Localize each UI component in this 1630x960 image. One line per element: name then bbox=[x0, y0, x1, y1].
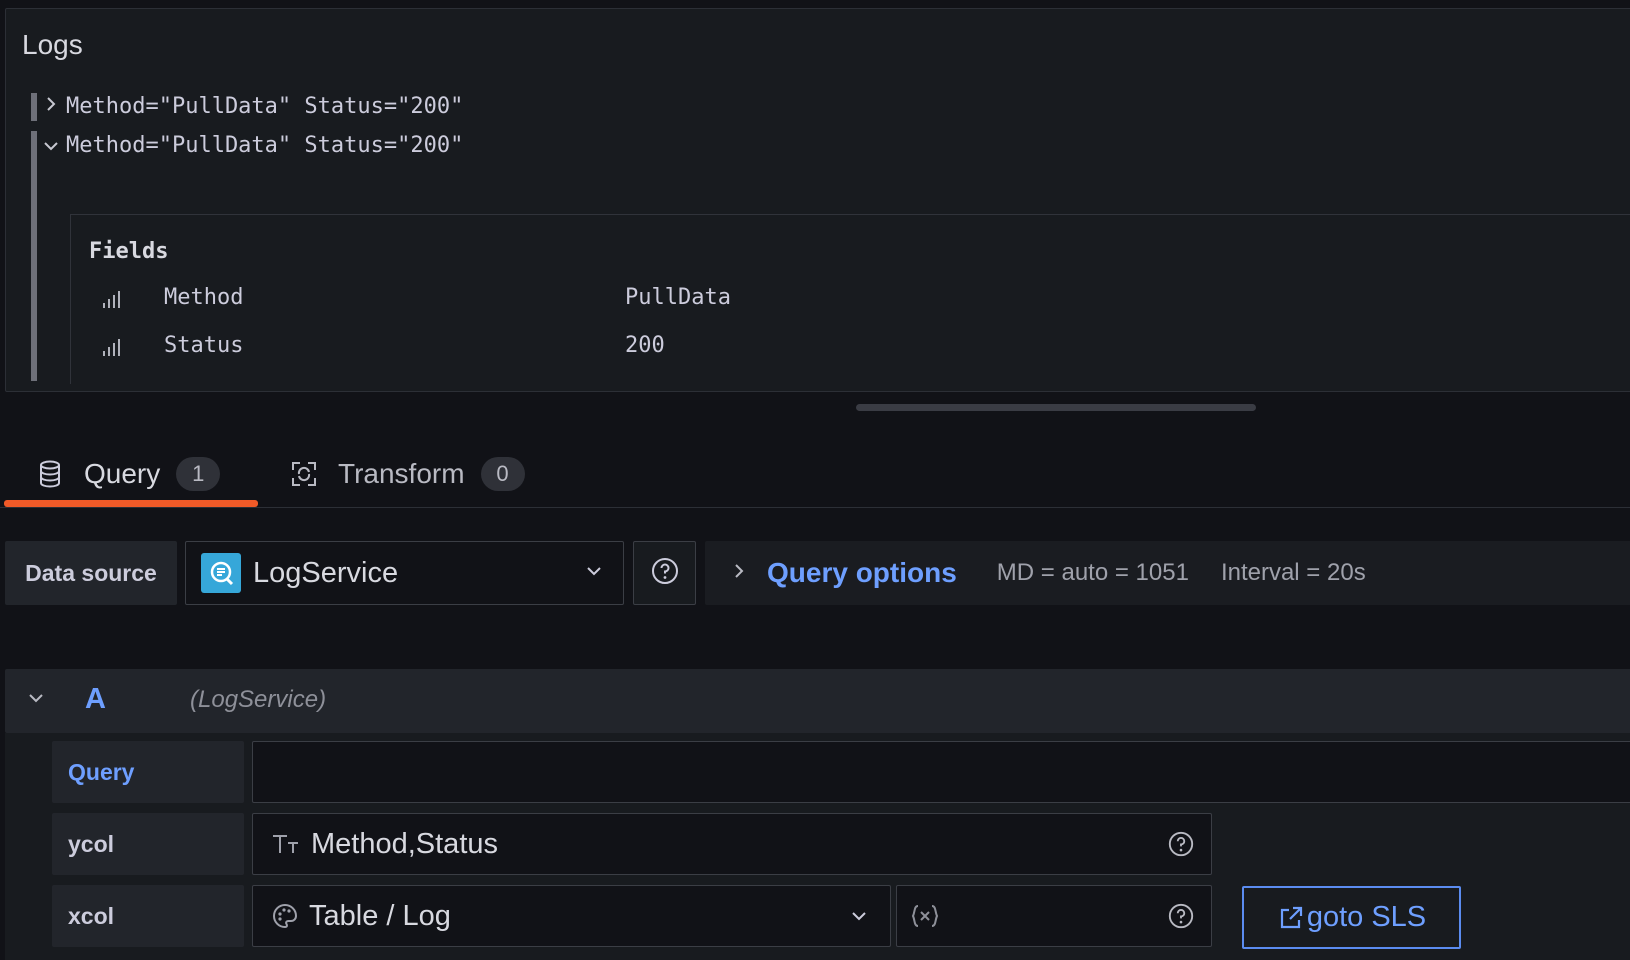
datasource-help-button[interactable] bbox=[633, 541, 696, 605]
datasource-picker[interactable]: LogService bbox=[185, 541, 624, 605]
xcol-value: Table / Log bbox=[309, 899, 451, 932]
chevron-down-icon bbox=[585, 564, 603, 582]
question-circle-icon[interactable] bbox=[1167, 830, 1195, 863]
ycol-label: ycol bbox=[52, 813, 244, 875]
query-field-label: Query bbox=[52, 741, 244, 803]
ycol-input[interactable]: Method,Status bbox=[252, 813, 1212, 875]
logservice-logo-icon bbox=[201, 553, 241, 593]
log-level-bar bbox=[31, 131, 37, 381]
query-ref-id[interactable]: A bbox=[85, 683, 106, 716]
xcol-label: xcol bbox=[52, 885, 244, 947]
query-row-header[interactable]: A (LogService) bbox=[5, 669, 1630, 733]
text-type-icon bbox=[271, 832, 301, 856]
chevron-right-icon[interactable] bbox=[44, 95, 58, 119]
field-name: Status bbox=[164, 333, 244, 358]
max-data-points-info: MD = auto = 1051 bbox=[996, 559, 1189, 586]
question-circle-icon[interactable] bbox=[1167, 902, 1195, 935]
tab-counter: 1 bbox=[176, 457, 221, 491]
field-value: 200 bbox=[625, 333, 665, 358]
field-name: Method bbox=[164, 285, 244, 310]
interval-info: Interval = 20s bbox=[1220, 559, 1366, 586]
field-value: PullData bbox=[625, 285, 731, 310]
palette-icon bbox=[271, 902, 299, 930]
datasource-label: Data source bbox=[5, 541, 177, 605]
panel-title: Logs bbox=[22, 29, 83, 60]
bar-chart-icon[interactable] bbox=[101, 289, 123, 309]
tabs-divider bbox=[0, 507, 1630, 508]
query-input[interactable] bbox=[252, 741, 1630, 803]
chevron-right-icon bbox=[733, 562, 745, 585]
ycol-value: Method,Status bbox=[311, 827, 498, 860]
log-line[interactable]: Method="PullData" Status="200" bbox=[66, 94, 463, 119]
chevron-down-icon[interactable] bbox=[42, 136, 60, 159]
fields-heading: Fields bbox=[89, 239, 169, 264]
query-datasource-name: (LogService) bbox=[190, 686, 327, 713]
goto-sls-label: goto SLS bbox=[1306, 901, 1427, 933]
log-details: Fields Method PullData Status 200 bbox=[70, 214, 1630, 384]
question-circle-icon bbox=[650, 556, 680, 591]
database-icon bbox=[38, 460, 66, 488]
chevron-down-icon bbox=[850, 910, 868, 922]
transform-icon bbox=[290, 460, 320, 488]
log-line[interactable]: Method="PullData" Status="200" bbox=[66, 133, 463, 158]
tab-label: Query bbox=[84, 458, 161, 489]
goto-sls-button[interactable]: goto SLS bbox=[1242, 886, 1461, 949]
tab-counter: 0 bbox=[480, 457, 525, 491]
bar-chart-icon[interactable] bbox=[101, 337, 123, 357]
query-options-bar[interactable]: Query options MD = auto = 1051 Interval … bbox=[705, 541, 1630, 605]
external-link-icon bbox=[1277, 904, 1305, 932]
logs-panel: Logs Method="PullData" Status="200" Meth… bbox=[5, 8, 1630, 392]
active-tab-indicator bbox=[4, 500, 258, 507]
query-options-title[interactable]: Query options bbox=[767, 557, 957, 589]
tab-label: Transform bbox=[338, 458, 465, 489]
chevron-down-icon[interactable] bbox=[27, 691, 45, 709]
variable-icon bbox=[911, 903, 939, 929]
log-level-bar bbox=[31, 93, 37, 121]
tab-query[interactable]: Query 1 bbox=[38, 452, 221, 496]
tab-transform[interactable]: Transform 0 bbox=[290, 452, 525, 496]
splitter-handle[interactable] bbox=[856, 404, 1256, 411]
datasource-name: LogService bbox=[253, 556, 399, 589]
xcol-select[interactable]: Table / Log bbox=[252, 885, 891, 947]
xcol-variable-input[interactable] bbox=[896, 885, 1212, 947]
